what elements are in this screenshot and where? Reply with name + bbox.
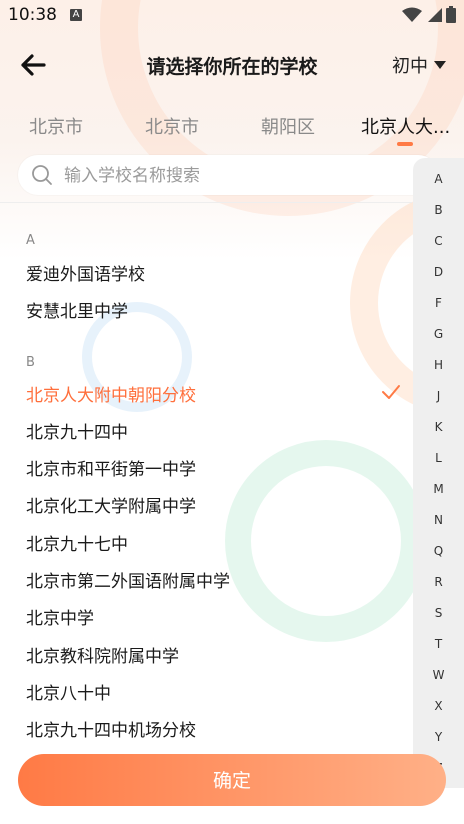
index-letter-x[interactable]: X bbox=[413, 699, 464, 713]
tab-city[interactable]: 北京市 bbox=[29, 113, 83, 139]
index-letter-j[interactable]: J bbox=[413, 389, 464, 403]
header: 请选择你所在的学校 初中 bbox=[0, 40, 464, 90]
index-letter-w[interactable]: W bbox=[413, 668, 464, 682]
index-letter-q[interactable]: Q bbox=[413, 544, 464, 558]
school-item[interactable]: 北京市第二外国语附属中学 bbox=[26, 567, 230, 592]
signal-icon bbox=[428, 7, 442, 22]
index-letter-r[interactable]: R bbox=[413, 575, 464, 589]
index-letter-s[interactable]: S bbox=[413, 606, 464, 620]
section-header-b: B bbox=[26, 355, 35, 370]
caret-down-icon bbox=[434, 61, 446, 69]
index-letter-b[interactable]: B bbox=[413, 203, 464, 217]
battery-icon bbox=[446, 6, 456, 23]
index-letter-m[interactable]: M bbox=[413, 482, 464, 496]
wifi-icon bbox=[402, 7, 422, 22]
search-input[interactable] bbox=[62, 155, 426, 197]
search-bar bbox=[18, 155, 438, 197]
school-item[interactable]: 安慧北里中学 bbox=[26, 297, 128, 322]
section-header-a: A bbox=[26, 233, 35, 248]
grade-label: 初中 bbox=[392, 56, 428, 77]
decor-circle bbox=[225, 440, 427, 642]
alphabet-index: A B C D F G H J K L M N Q R S T W X Y Z bbox=[413, 158, 464, 788]
index-letter-f[interactable]: F bbox=[413, 296, 464, 310]
tab-school[interactable]: 北京人大... bbox=[361, 113, 450, 139]
school-item[interactable]: 北京化工大学附属中学 bbox=[26, 492, 196, 517]
index-letter-t[interactable]: T bbox=[413, 637, 464, 651]
school-item[interactable]: 北京中学 bbox=[26, 604, 94, 629]
grade-selector[interactable]: 初中 bbox=[392, 52, 446, 78]
check-icon bbox=[382, 385, 400, 399]
school-item[interactable]: 北京九十四中机场分校 bbox=[26, 716, 196, 741]
region-tabs: 北京市 北京市 朝阳区 北京人大... bbox=[0, 108, 464, 150]
school-item[interactable]: 北京市和平街第一中学 bbox=[26, 455, 196, 480]
school-item[interactable]: 爱迪外国语学校 bbox=[26, 260, 145, 285]
status-bar: 10:38 A bbox=[0, 0, 464, 32]
school-item[interactable]: 北京教科院附属中学 bbox=[26, 642, 179, 667]
status-icons bbox=[402, 6, 456, 23]
tab-indicator bbox=[397, 142, 413, 146]
tab-city-2[interactable]: 北京市 bbox=[145, 113, 199, 139]
school-item-selected[interactable]: 北京人大附中朝阳分校 bbox=[26, 381, 196, 406]
school-item[interactable]: 北京九十四中 bbox=[26, 418, 128, 443]
index-letter-l[interactable]: L bbox=[413, 451, 464, 465]
index-letter-y[interactable]: Y bbox=[413, 730, 464, 744]
confirm-button[interactable]: 确定 bbox=[18, 754, 446, 806]
status-time: 10:38 bbox=[8, 5, 57, 25]
index-letter-h[interactable]: H bbox=[413, 358, 464, 372]
tab-district[interactable]: 朝阳区 bbox=[261, 113, 315, 139]
notification-icon: A bbox=[70, 9, 82, 21]
index-letter-a[interactable]: A bbox=[413, 172, 464, 186]
index-letter-k[interactable]: K bbox=[413, 420, 464, 434]
school-item[interactable]: 北京八十中 bbox=[26, 679, 111, 704]
index-letter-n[interactable]: N bbox=[413, 513, 464, 527]
divider bbox=[0, 202, 412, 203]
index-letter-c[interactable]: C bbox=[413, 234, 464, 248]
index-letter-g[interactable]: G bbox=[413, 327, 464, 341]
school-item[interactable]: 北京九十七中 bbox=[26, 530, 128, 555]
index-letter-d[interactable]: D bbox=[413, 265, 464, 279]
search-icon bbox=[32, 165, 52, 185]
